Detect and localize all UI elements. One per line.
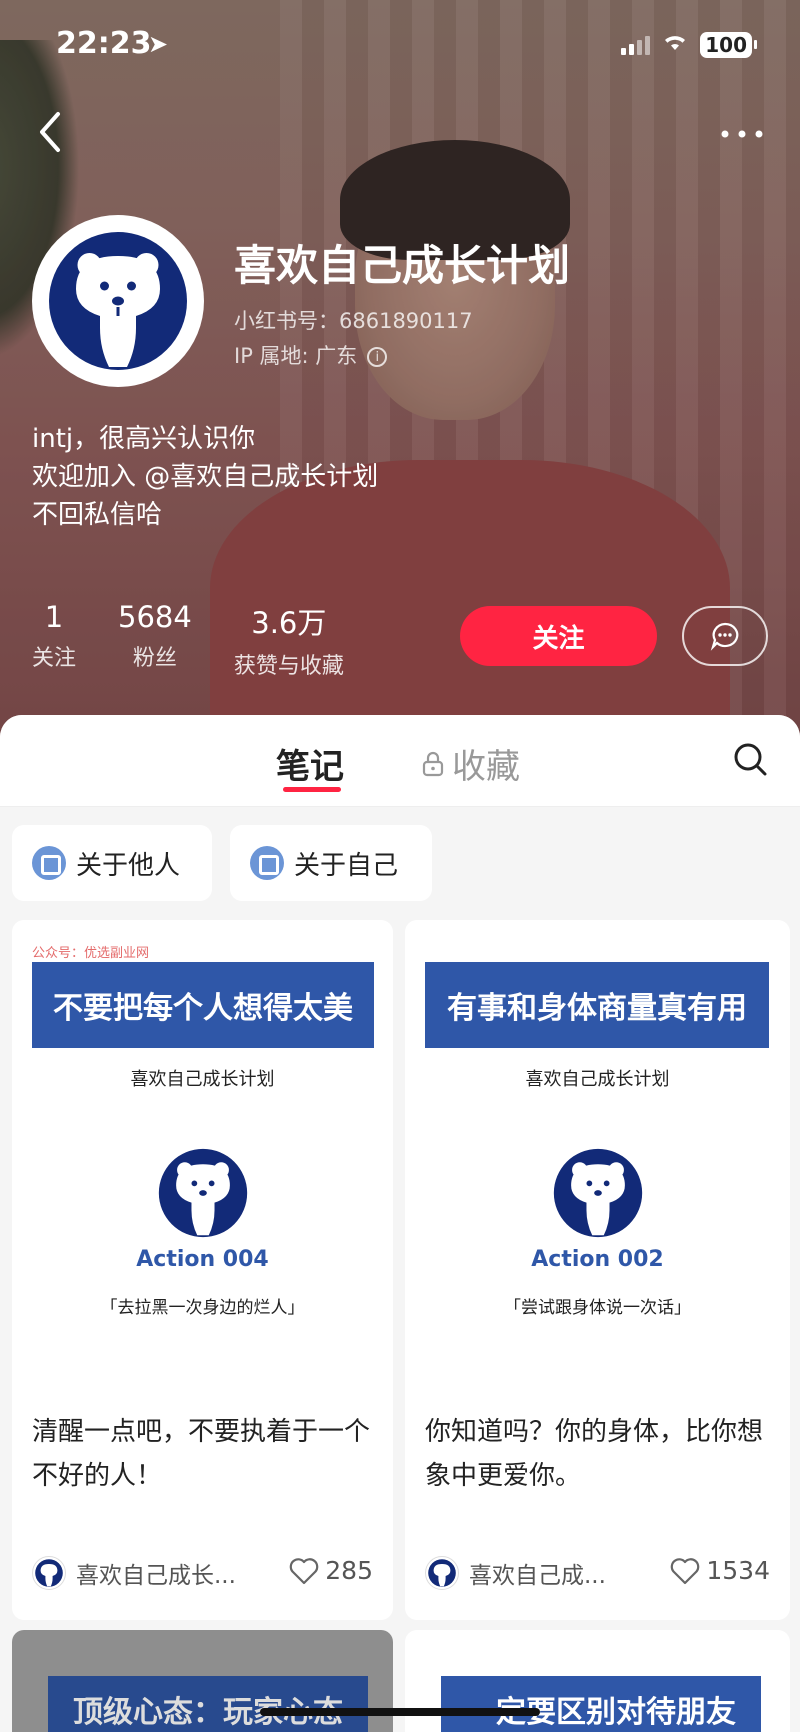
stat-label: 关注 [32, 646, 77, 671]
bear-logo-icon [428, 1559, 456, 1587]
more-icon[interactable] [720, 108, 764, 148]
stat-likes[interactable]: 3.6万 获赞与收藏 [234, 600, 344, 680]
bear-logo-icon [553, 1148, 642, 1238]
xhs-id: 小红书号：6861890117 [234, 309, 473, 333]
note-card[interactable]: 有事和身体商量真有用 喜欢自己成长计划 Action 002 「尝试跟身体说一次… [405, 920, 790, 1620]
avatar[interactable] [32, 215, 204, 387]
like-count: 1534 [706, 1556, 770, 1585]
chip-label: 关于他人 [76, 850, 181, 881]
stat-number: 1 [44, 600, 64, 634]
profile-header: 22:23 ➤ 100 喜欢自己成长计划 小红书号：6861890117 IP … [0, 0, 800, 740]
stat-followers[interactable]: 5684 粉丝 [118, 600, 192, 680]
stat-label: 粉丝 [132, 646, 177, 671]
content-panel: 笔记 收藏 关于他人 关于自己 公众号：优选副业网 不要把每个人想得太美 喜欢自… [0, 715, 800, 1732]
note-author[interactable]: 喜欢自己成... [425, 1556, 606, 1590]
message-icon [710, 622, 739, 651]
stat-number: 3.6万 [251, 606, 327, 640]
bear-logo-icon [35, 1559, 63, 1587]
collection-icon [32, 846, 66, 880]
author-avatar [32, 1556, 66, 1590]
message-button[interactable] [682, 606, 768, 666]
note-author[interactable]: 喜欢自己成长... [32, 1556, 236, 1590]
cover-title: 顶级心态：玩家心态 [48, 1676, 368, 1732]
signal-icon [621, 35, 651, 55]
cover-action: Action 004 [136, 1247, 269, 1272]
note-card[interactable]: 公众号：优选副业网 不要把每个人想得太美 喜欢自己成长计划 Action 004… [12, 920, 393, 1620]
author-avatar [425, 1556, 459, 1590]
author-name: 喜欢自己成长... [76, 1563, 236, 1589]
note-card[interactable]: 一定要区别对待朋友 [405, 1630, 790, 1732]
like-button[interactable]: 1534 [670, 1556, 770, 1585]
tab-favorites-label: 收藏 [452, 747, 520, 787]
chip-about-self[interactable]: 关于自己 [230, 825, 432, 901]
tab-favorites[interactable]: 收藏 [422, 739, 520, 788]
profile-name: 喜欢自己成长计划 [234, 241, 571, 290]
bio-line: intj，很高兴认识你 [32, 424, 256, 454]
status-bar: 22:23 ➤ 100 [0, 22, 800, 72]
watermark: 公众号：优选副业网 [32, 946, 150, 961]
bio: intj，很高兴认识你 欢迎加入 @喜欢自己成长计划 不回私信哈 [32, 420, 378, 534]
cover-action: Action 002 [531, 1247, 664, 1272]
cover-quote: 「尝试跟身体说一次话」 [504, 1298, 691, 1318]
info-icon[interactable]: i [367, 347, 388, 367]
author-name: 喜欢自己成... [469, 1563, 606, 1589]
location-arrow-icon: ➤ [148, 30, 169, 58]
bear-logo-icon [158, 1148, 247, 1238]
stats: 1 关注 5684 粉丝 3.6万 获赞与收藏 [32, 600, 386, 680]
wifi-icon [662, 32, 688, 58]
follow-button[interactable]: 关注 [460, 606, 657, 666]
back-arrow-icon[interactable] [36, 110, 86, 170]
bio-line[interactable]: 欢迎加入 @喜欢自己成长计划 [32, 458, 378, 496]
ip-location: IP 属地: 广东 i [234, 340, 388, 370]
collection-chips: 关于他人 关于自己 [12, 825, 432, 901]
search-icon[interactable] [732, 741, 772, 781]
cover-quote: 「去拉黑一次身边的烂人」 [100, 1298, 305, 1318]
stat-label: 获赞与收藏 [233, 654, 344, 679]
collection-icon [250, 846, 284, 880]
stat-number: 5684 [118, 600, 192, 634]
note-title: 清醒一点吧，不要执着于一个不好的人！ [32, 1417, 371, 1491]
stat-following[interactable]: 1 关注 [32, 600, 76, 680]
like-button[interactable]: 285 [289, 1556, 373, 1585]
cover-title: 不要把每个人想得太美 [32, 962, 374, 1048]
cover-title: 一定要区别对待朋友 [441, 1676, 761, 1732]
status-time: 22:23 [56, 26, 152, 61]
active-tab-indicator [283, 787, 341, 792]
chip-label: 关于自己 [294, 850, 399, 881]
tab-notes[interactable]: 笔记 [276, 739, 344, 788]
note-title: 你知道吗？你的身体，比你想象中更爱你。 [425, 1417, 764, 1491]
tab-bar: 笔记 收藏 [0, 715, 800, 807]
cover-subtitle: 喜欢自己成长计划 [525, 1069, 670, 1090]
bear-logo-icon [49, 232, 187, 370]
ip-location-text: IP 属地: 广东 [234, 344, 358, 368]
cover-subtitle: 喜欢自己成长计划 [130, 1069, 275, 1090]
heart-icon [671, 1557, 700, 1584]
note-card[interactable]: 顶级心态：玩家心态 [12, 1630, 393, 1732]
battery-indicator: 100 [700, 32, 757, 58]
home-indicator[interactable] [260, 1708, 540, 1716]
lock-icon [422, 751, 444, 776]
cover-title: 有事和身体商量真有用 [425, 962, 769, 1048]
heart-icon [290, 1557, 319, 1584]
chip-about-others[interactable]: 关于他人 [12, 825, 212, 901]
like-count: 285 [325, 1556, 373, 1585]
bio-line: 不回私信哈 [32, 500, 163, 530]
